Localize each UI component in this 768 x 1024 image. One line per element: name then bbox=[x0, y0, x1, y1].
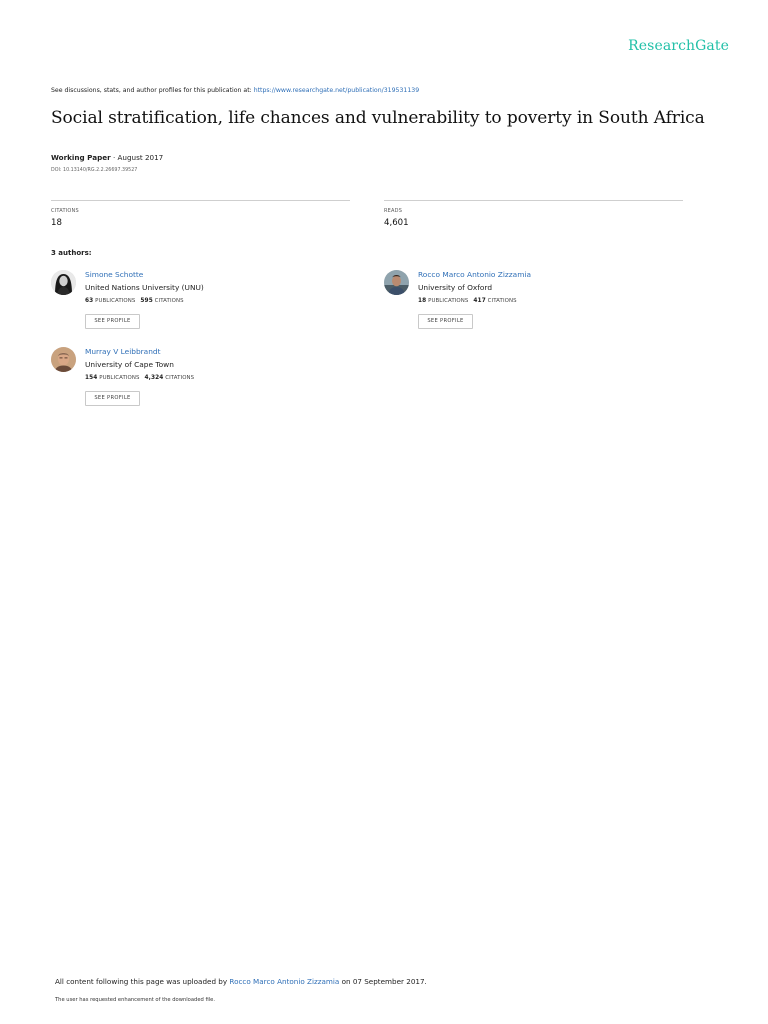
author-card: Simone Schotte United Nations University… bbox=[51, 269, 351, 339]
reads-stat: READS 4,601 bbox=[384, 200, 683, 231]
reads-label: READS bbox=[384, 208, 403, 214]
enhancement-note: The user has requested enhancement of th… bbox=[55, 997, 216, 1003]
uploader-link[interactable]: Rocco Marco Antonio Zizzamia bbox=[229, 977, 339, 986]
avatar[interactable] bbox=[51, 347, 76, 372]
author-card: Murray V Leibbrandt University of Cape T… bbox=[51, 346, 351, 416]
author-institution: United Nations University (UNU) bbox=[85, 283, 204, 292]
authors-heading: 3 authors: bbox=[51, 249, 92, 257]
citations-count: 595 bbox=[140, 298, 153, 304]
author-counts: 18 PUBLICATIONS 417 CITATIONS bbox=[418, 298, 517, 304]
publications-label: PUBLICATIONS bbox=[428, 298, 469, 304]
citations-label: CITATIONS bbox=[487, 298, 517, 304]
doi: DOI: 10.13140/RG.2.2.26697.39527 bbox=[51, 168, 138, 173]
author-card: Rocco Marco Antonio Zizzamia University … bbox=[384, 269, 684, 339]
publications-count: 63 bbox=[85, 298, 94, 304]
avatar[interactable] bbox=[51, 270, 76, 295]
publications-label: PUBLICATIONS bbox=[95, 298, 136, 304]
discussions-text: See discussions, stats, and author profi… bbox=[51, 87, 254, 94]
citations-label: CITATIONS bbox=[154, 298, 184, 304]
author-institution: University of Oxford bbox=[418, 283, 493, 292]
researchgate-logo[interactable]: ResearchGate bbox=[628, 38, 729, 54]
citations-value: 18 bbox=[51, 218, 62, 228]
author-name[interactable]: Murray V Leibbrandt bbox=[85, 347, 160, 356]
author-counts: 63 PUBLICATIONS 595 CITATIONS bbox=[85, 298, 184, 304]
see-profile-button[interactable]: SEE PROFILE bbox=[85, 314, 140, 329]
author-institution: University of Cape Town bbox=[85, 360, 174, 369]
publications-count: 18 bbox=[418, 298, 427, 304]
avatar[interactable] bbox=[384, 270, 409, 295]
upload-prefix: All content following this page was uplo… bbox=[55, 977, 230, 986]
upload-suffix: on 07 September 2017. bbox=[339, 977, 427, 986]
publication-link[interactable]: https://www.researchgate.net/publication… bbox=[254, 87, 419, 94]
publication-date: · August 2017 bbox=[110, 153, 164, 162]
upload-info: All content following this page was uplo… bbox=[55, 977, 427, 986]
discussions-line: See discussions, stats, and author profi… bbox=[51, 87, 419, 94]
see-profile-button[interactable]: SEE PROFILE bbox=[85, 391, 140, 406]
citations-count: 4,324 bbox=[144, 375, 164, 381]
citations-label: CITATIONS bbox=[51, 208, 79, 214]
publication-type-line: Working Paper · August 2017 bbox=[51, 153, 163, 162]
publications-label: PUBLICATIONS bbox=[99, 375, 140, 381]
publication-type: Working Paper bbox=[51, 153, 111, 162]
author-name[interactable]: Rocco Marco Antonio Zizzamia bbox=[418, 270, 531, 279]
citations-count: 417 bbox=[473, 298, 486, 304]
citations-stat: CITATIONS 18 bbox=[51, 200, 350, 231]
publications-count: 154 bbox=[85, 375, 98, 381]
citations-label: CITATIONS bbox=[165, 375, 195, 381]
reads-value: 4,601 bbox=[384, 218, 409, 228]
author-counts: 154 PUBLICATIONS 4,324 CITATIONS bbox=[85, 375, 194, 381]
see-profile-button[interactable]: SEE PROFILE bbox=[418, 314, 473, 329]
page-title: Social stratification, life chances and … bbox=[51, 108, 705, 128]
author-name[interactable]: Simone Schotte bbox=[85, 270, 143, 279]
